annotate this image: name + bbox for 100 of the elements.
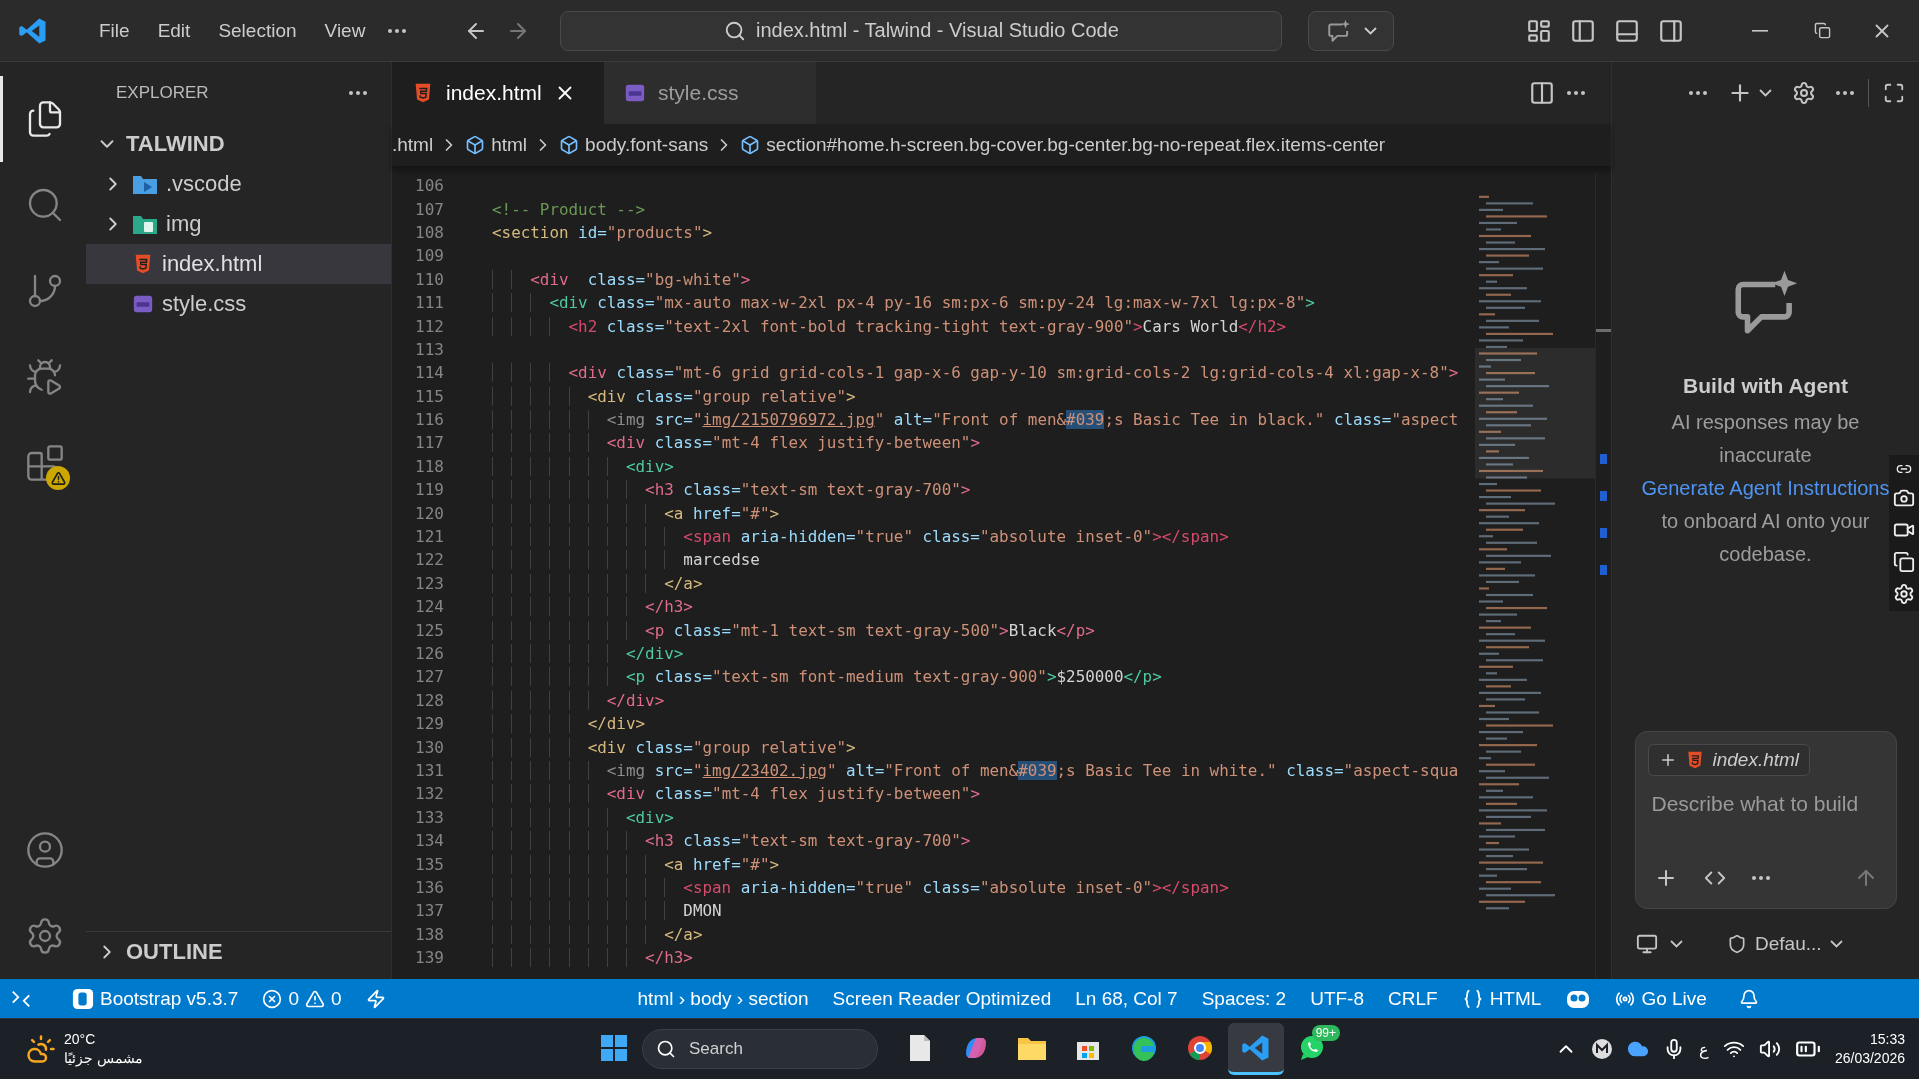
css-file-icon <box>132 293 154 315</box>
line-number: 137 <box>414 901 444 921</box>
context-chip[interactable]: index.html <box>1647 744 1811 776</box>
go-live-button[interactable]: Go Live <box>1605 979 1717 1018</box>
line-number: 110 <box>414 269 444 289</box>
line-number: 119 <box>414 480 444 500</box>
line-number: 128 <box>414 690 444 710</box>
language-mode[interactable]: HTML <box>1451 979 1552 1018</box>
line-number: 125 <box>414 620 444 640</box>
account-icon <box>24 830 65 870</box>
status-item[interactable]: html › body › section <box>627 979 819 1018</box>
volume-icon[interactable] <box>1758 1038 1781 1060</box>
ellipsis-icon <box>1751 876 1770 880</box>
tree-item[interactable]: style.css <box>86 284 391 324</box>
editor-tab[interactable]: style.css <box>604 62 816 124</box>
windows-icon[interactable] <box>1893 551 1915 573</box>
maximize-icon <box>1883 82 1905 104</box>
scrollbar-marker <box>1600 491 1607 501</box>
file-name: style.css <box>162 291 247 317</box>
mode-picker-button[interactable]: Defau... <box>1721 927 1849 961</box>
ellipsis-icon <box>349 91 367 95</box>
chat-input[interactable]: Describe what to build <box>1647 792 1888 816</box>
cube-icon <box>740 135 761 155</box>
menu-item[interactable]: Selection <box>207 13 308 48</box>
windows-icon <box>600 1033 628 1062</box>
notification-badge: 99+ <box>1311 1025 1340 1041</box>
camera-icon[interactable] <box>1893 487 1915 509</box>
shield-icon <box>1727 934 1747 954</box>
ellipsis-icon <box>1689 91 1707 95</box>
menu-item[interactable]: Edit <box>146 13 202 48</box>
bootstrap-icon <box>72 987 94 1010</box>
breadcrumb-item[interactable]: body.font-sans <box>559 134 709 156</box>
weather-condition: مشمس جزئيًا <box>64 1049 143 1068</box>
extensions-icon <box>24 443 65 483</box>
line-number: 117 <box>414 433 444 453</box>
section-title: OUTLINE <box>126 938 223 965</box>
breadcrumb-item[interactable]: section#home.h-screen.bg-cover.bg-center.bg-no-repeat.flex.items-center <box>740 134 1386 156</box>
editor-tab[interactable]: index.html <box>392 62 604 124</box>
temperature: 20°C <box>64 1030 97 1049</box>
agent-instructions-link[interactable]: Generate Agent Instructions <box>1641 477 1890 499</box>
cube-icon <box>465 135 486 155</box>
outline-section-header[interactable]: OUTLINE <box>86 931 391 971</box>
scrollbar-marker <box>1600 454 1607 464</box>
tab-label: style.css <box>658 81 739 105</box>
clock[interactable]: 15:33 26/03/2026 <box>1834 1030 1905 1068</box>
file-name: img <box>166 211 202 237</box>
agent-message: AI responses may be inaccurate Generate Agent Instructions to onboard AI onto your codebase. <box>1641 410 1890 567</box>
weather-icon <box>26 1034 56 1064</box>
restore-icon <box>1814 22 1831 39</box>
chevron-down-icon <box>1829 940 1843 948</box>
chat-sparkle-icon <box>1325 17 1352 44</box>
line-number: 123 <box>414 573 444 593</box>
line-number: 121 <box>414 527 444 547</box>
chevron-down-icon <box>1670 940 1683 948</box>
agent-title: Build with Agent <box>1683 374 1848 398</box>
panel-left-icon <box>1570 17 1596 44</box>
menu-item[interactable]: File <box>88 13 141 48</box>
folder-name: TALWIND <box>126 131 225 157</box>
command-center[interactable]: index.html - Talwind - Visual Studio Code <box>560 10 1283 51</box>
split-editor-icon <box>1529 80 1555 106</box>
document-icon <box>907 1033 933 1062</box>
menu-item[interactable]: View <box>313 13 377 48</box>
line-number: 118 <box>414 456 444 476</box>
status-item[interactable]: Ln 68, Col 7 <box>1065 979 1188 1018</box>
tree-item[interactable]: img <box>86 204 391 244</box>
code-line: <section id="products"> <box>492 222 713 242</box>
problems-status[interactable]: 0 0 <box>252 979 352 1018</box>
settings-icon[interactable] <box>1893 583 1915 605</box>
taskbar-app[interactable] <box>1228 1023 1284 1075</box>
line-number: 135 <box>414 854 444 874</box>
tray-app-icon[interactable] <box>1590 1038 1613 1060</box>
status-item[interactable]: Screen Reader Optimized <box>822 979 1062 1018</box>
line-number: 124 <box>414 597 444 617</box>
breadcrumb-item[interactable]: html <box>465 134 528 156</box>
line-number: 132 <box>414 784 444 804</box>
line-number: 116 <box>414 410 444 430</box>
status-item[interactable]: Spaces: 2 <box>1191 979 1297 1018</box>
taskbar-search[interactable]: Search <box>642 1029 878 1069</box>
breadcrumb-item[interactable]: .html <box>392 134 434 156</box>
line-number: 111 <box>414 293 444 313</box>
settings-icon <box>1792 81 1816 105</box>
sidebar-title: EXPLORER <box>116 83 209 103</box>
line-number: 130 <box>414 737 444 757</box>
code-comment: <!-- Product --> <box>492 199 646 219</box>
tree-item[interactable]: TALWIND <box>86 124 391 164</box>
window-title: index.html - Talwind - Visual Studio Code <box>756 19 1119 42</box>
layout-icon <box>1526 17 1552 44</box>
file-name: index.html <box>162 251 263 277</box>
status-item[interactable]: CRLF <box>1378 979 1448 1018</box>
panel-bottom-icon <box>1614 17 1640 44</box>
monitor-icon <box>1636 933 1658 955</box>
chat-button[interactable] <box>1308 10 1395 51</box>
status-item[interactable]: UTF-8 <box>1300 979 1374 1018</box>
tree-item[interactable]: .vscode <box>86 164 391 204</box>
file-name: .vscode <box>166 171 242 197</box>
tree-item[interactable]: index.html <box>86 244 391 284</box>
bootstrap-status[interactable]: Bootstrap v5.3.7 <box>62 979 249 1018</box>
input-language[interactable]: ع <box>1698 1039 1709 1059</box>
cube-icon <box>559 135 580 155</box>
chevron-down-icon <box>1759 89 1772 97</box>
